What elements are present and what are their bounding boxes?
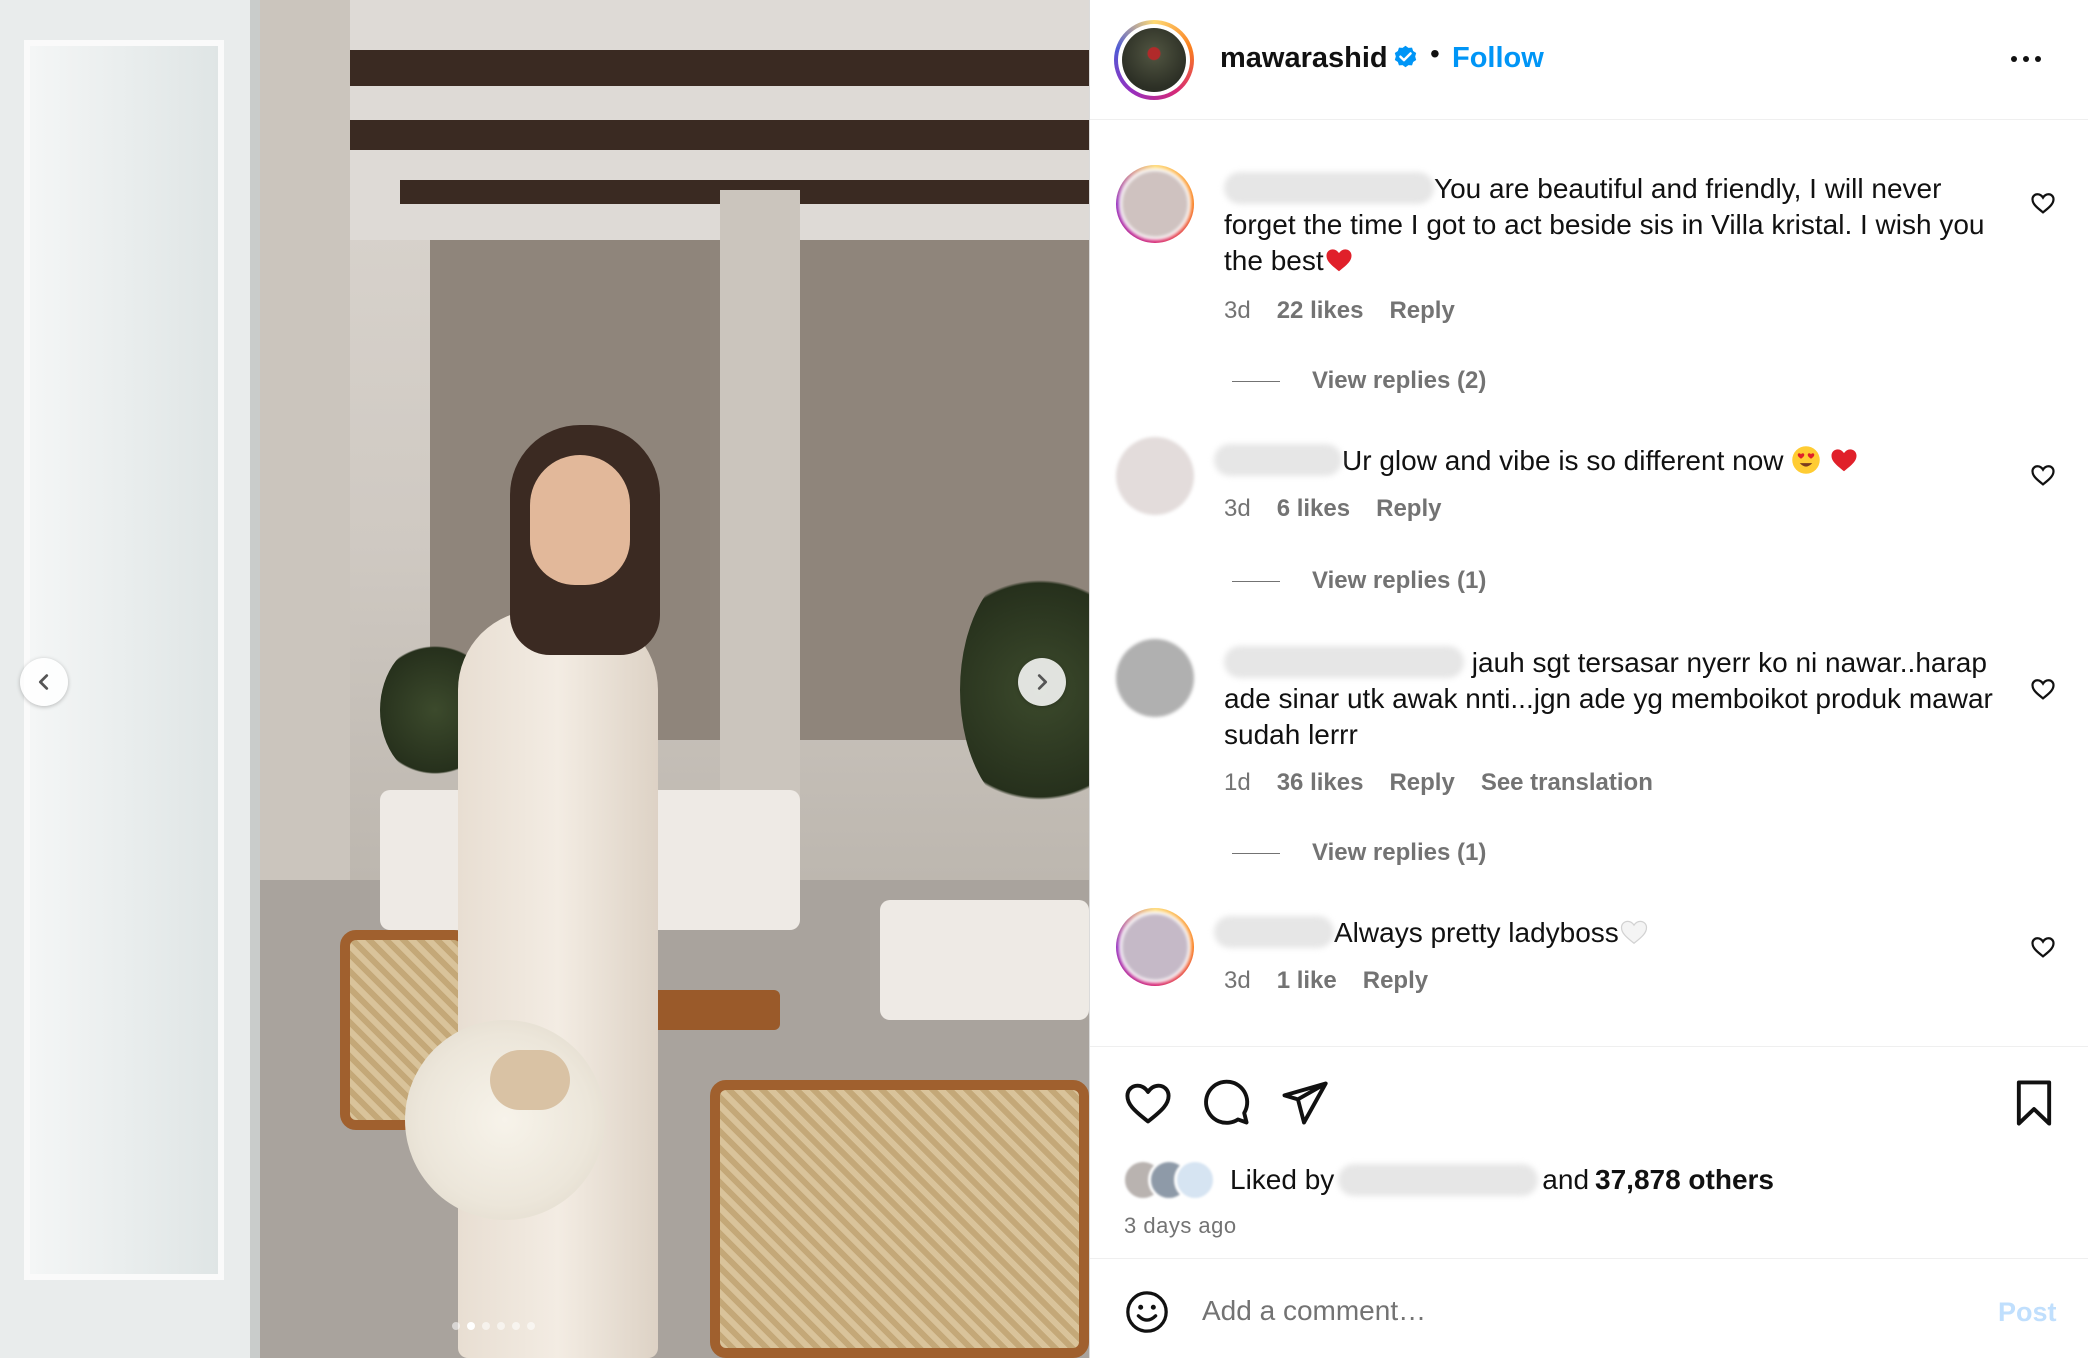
post-side-panel: mawarashid • Follow You are beautiful an… [1089,0,2088,1358]
commenter-avatar[interactable] [1116,165,1194,243]
photo-chair [710,1080,1089,1358]
photo-beam [260,50,1089,86]
verified-badge-icon [1394,45,1417,68]
commenter-avatar[interactable] [1116,908,1194,986]
comment-meta: 3d 1 like Reply [1224,967,1428,995]
carousel-dot [527,1322,535,1330]
comment-likes[interactable]: 36 likes [1277,769,1364,797]
comment-time: 3d [1224,967,1251,994]
commenter-username-redacted[interactable] [1214,916,1334,948]
photo-person-face [530,455,630,585]
header-separator: • [1430,38,1440,69]
post-photo[interactable] [0,0,1089,1358]
comment-body: Ur glow and vibe is so different now [1214,443,1994,479]
red-heart-icon [1326,249,1352,272]
liker-avatars [1122,1159,1220,1201]
comment-item: jauh sgt tersasar nyerr ko ni nawar..har… [1090,633,2088,813]
comment-time: 3d [1224,297,1251,324]
reply-button[interactable]: Reply [1389,769,1454,797]
comment-like-icon[interactable] [2029,189,2057,217]
likes-and-label: and [1542,1164,1590,1195]
chevron-left-icon [38,674,49,690]
carousel-indicator [452,1322,535,1330]
likes-summary: Liked by and 37,878 others [1122,1155,1774,1205]
comment-time: 1d [1224,769,1251,796]
comment-likes[interactable]: 22 likes [1277,297,1364,325]
comment-item: You are beautiful and friendly, I will n… [1090,121,2088,331]
view-replies-label: View replies (1) [1312,567,1487,594]
commenter-username-redacted[interactable] [1224,646,1464,678]
photo-pillar [260,0,350,900]
author-username[interactable]: mawarashid [1220,42,1388,75]
carousel-dot [482,1322,490,1330]
commenter-username-redacted[interactable] [1214,444,1342,476]
carousel-dot [497,1322,505,1330]
comment-body: You are beautiful and friendly, I will n… [1224,171,2004,279]
author-avatar[interactable] [1114,20,1194,100]
carousel-dot-active [467,1322,475,1330]
photo-person-dress [458,610,658,1358]
comment-time: 3d [1224,495,1251,522]
reply-button[interactable]: Reply [1363,967,1428,995]
view-replies-button[interactable]: View replies (1) [1232,567,1486,595]
carousel-prev-button[interactable] [20,658,68,706]
comment-input[interactable] [1202,1287,1962,1335]
smiley-icon[interactable] [1124,1289,1170,1335]
commenter-username-redacted[interactable] [1224,172,1434,204]
carousel-dot [512,1322,520,1330]
paper-plane-icon[interactable] [1278,1077,1330,1129]
view-replies-label: View replies (2) [1312,367,1487,394]
carousel-next-button[interactable] [1018,658,1066,706]
commenter-avatar[interactable] [1116,437,1194,515]
view-replies-button[interactable]: View replies (2) [1232,367,1486,395]
view-replies-button[interactable]: View replies (1) [1232,839,1486,867]
photo-hat [405,1020,605,1220]
reply-button[interactable]: Reply [1376,495,1441,523]
photo-beam [340,120,1089,150]
replies-divider-line [1232,580,1280,582]
post-timestamp[interactable]: 3 days ago [1124,1213,1237,1239]
comment-meta: 3d 22 likes Reply [1224,297,1455,325]
replies-divider-line [1232,852,1280,854]
comment-text: Always pretty ladyboss [1334,917,1619,948]
liker-username-redacted[interactable] [1338,1164,1539,1196]
commenter-avatar[interactable] [1116,639,1194,717]
heart-eyes-emoji-icon [1792,446,1821,474]
more-options-icon[interactable] [2001,44,2051,74]
comment-like-icon[interactable] [2029,933,2057,961]
post-comment-button[interactable]: Post [1998,1297,2057,1328]
comment-meta: 3d 6 likes Reply [1224,495,1441,523]
comment-composer: Post [1090,1258,2088,1358]
comments-list[interactable]: You are beautiful and friendly, I will n… [1090,121,2088,1046]
chevron-right-icon [1037,674,1048,690]
follow-button[interactable]: Follow [1452,42,1544,75]
comment-body: jauh sgt tersasar nyerr ko ni nawar..har… [1224,645,2004,753]
comment-body: Always pretty ladyboss [1214,915,1994,951]
likes-others-count[interactable]: 37,878 others [1595,1164,1774,1196]
photo-sofa [880,900,1089,1020]
view-replies-label: View replies (1) [1312,839,1487,866]
white-heart-icon [1620,920,1647,945]
see-translation-button[interactable]: See translation [1481,769,1653,797]
liked-by-label: Liked by [1230,1164,1335,1195]
replies-divider-line [1232,380,1280,382]
comment-meta: 1d 36 likes Reply See translation [1224,769,1653,797]
bookmark-icon[interactable] [2008,1077,2060,1129]
photo-hat-bow [490,1050,570,1110]
comment-item: Always pretty ladyboss 3d 1 like Reply [1090,905,2088,1015]
comment-likes[interactable]: 6 likes [1277,495,1350,523]
comment-item: Ur glow and vibe is so different now 3d … [1090,431,2088,541]
comment-like-icon[interactable] [2029,675,2057,703]
post-header: mawarashid • Follow [1090,0,2088,120]
post-actions: Liked by and 37,878 others 3 days ago [1090,1046,2088,1258]
comment-text: Ur glow and vibe is so different now [1342,445,1784,476]
speech-bubble-icon[interactable] [1200,1077,1252,1129]
carousel-dot [452,1322,460,1330]
heart-outline-icon[interactable] [1122,1077,1174,1129]
red-heart-icon [1831,449,1857,472]
reply-button[interactable]: Reply [1389,297,1454,325]
comment-like-icon[interactable] [2029,461,2057,489]
photo-pillar [720,190,800,850]
comment-likes[interactable]: 1 like [1277,967,1337,995]
